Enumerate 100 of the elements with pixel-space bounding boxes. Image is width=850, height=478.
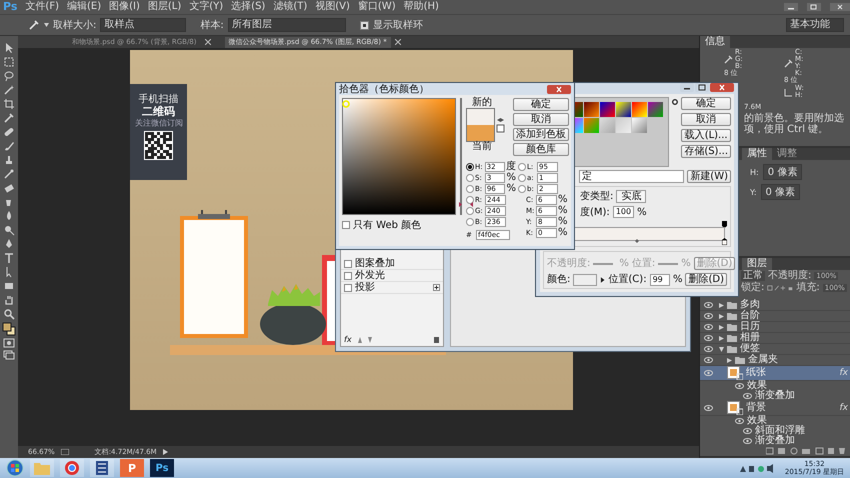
eye-icon[interactable] [743, 393, 752, 399]
color-swatch[interactable] [573, 274, 597, 286]
zoom-icon[interactable] [3, 308, 15, 320]
panel-tab[interactable]: 属性 [742, 148, 772, 160]
sample-select[interactable]: 所有图层 [228, 18, 346, 32]
close-icon[interactable] [204, 39, 210, 45]
pen-icon[interactable] [3, 238, 15, 250]
effect-item[interactable]: 图案叠加 [341, 258, 443, 270]
layer-row[interactable]: 台阶 [700, 311, 850, 322]
midpoint-icon[interactable] [634, 239, 639, 243]
radio-button[interactable] [466, 185, 474, 193]
trash-icon[interactable] [433, 336, 440, 343]
layer-row[interactable]: 纸张 fx [700, 366, 850, 381]
workspace-select[interactable]: 基本功能 [786, 18, 844, 32]
rectangle-icon[interactable] [3, 280, 15, 292]
disclosure-icon[interactable] [719, 302, 724, 308]
history-brush-icon[interactable] [3, 168, 15, 180]
crop-icon[interactable] [3, 98, 15, 110]
hand-icon[interactable] [3, 294, 15, 306]
caret-icon[interactable] [44, 23, 49, 27]
eye-icon[interactable] [704, 370, 713, 376]
eye-icon[interactable] [704, 405, 713, 411]
radio-button[interactable] [518, 163, 526, 171]
eyedropper-icon[interactable] [3, 112, 15, 124]
color-field[interactable] [342, 98, 456, 215]
color-swatches-icon[interactable] [2, 322, 16, 336]
effect-item[interactable]: 投影 [341, 282, 443, 294]
menu-item[interactable]: 选择(S) [231, 1, 266, 13]
menu-item[interactable]: 滤镜(T) [273, 1, 308, 13]
name-field[interactable]: 定 [579, 170, 684, 183]
value-field[interactable]: 0 像素 [762, 164, 802, 180]
stripes-icon[interactable] [96, 461, 108, 475]
layer-row[interactable]: 相册 [700, 333, 850, 344]
radio-button[interactable] [466, 174, 474, 182]
eye-icon[interactable] [704, 324, 713, 330]
layer-row[interactable]: 背景 fx [700, 401, 850, 416]
layer-actions-icons[interactable] [766, 447, 846, 455]
eye-icon[interactable] [704, 313, 713, 319]
eye-icon[interactable] [743, 428, 752, 434]
eye-icon[interactable] [704, 346, 713, 352]
disclosure-icon[interactable] [719, 324, 724, 330]
screen-mode-icon[interactable] [3, 350, 15, 360]
maximize-icon[interactable] [695, 83, 709, 92]
sample-size-select[interactable]: 取样点 [100, 18, 186, 32]
mask-icon[interactable] [3, 338, 15, 348]
effect-item[interactable]: 外发光 [341, 270, 443, 282]
export-icon[interactable] [60, 449, 69, 455]
checkbox[interactable] [360, 20, 369, 30]
eye-icon[interactable] [704, 357, 713, 363]
new-button[interactable]: 新建(W) [687, 170, 731, 183]
lasso-icon[interactable] [3, 70, 15, 82]
add-icon[interactable] [433, 284, 440, 291]
dialog-button[interactable]: 确定 [513, 98, 569, 111]
disclosure-icon[interactable] [719, 336, 724, 340]
layer-row[interactable]: 便签 [700, 344, 850, 355]
cube-icon[interactable] [496, 117, 505, 133]
wand-icon[interactable] [3, 84, 15, 96]
eye-icon[interactable] [743, 438, 752, 444]
panel-tab[interactable]: 信息 [700, 36, 730, 48]
eye-icon[interactable] [704, 335, 713, 341]
close-icon[interactable] [830, 3, 850, 11]
delete-button[interactable]: 删除(D) [685, 273, 727, 286]
close-icon[interactable] [547, 84, 571, 94]
eye-icon[interactable] [735, 418, 744, 424]
blend-mode-select[interactable]: 正常 [741, 271, 765, 281]
disclosure-icon[interactable] [719, 314, 724, 318]
layer-row[interactable]: 多肉 [700, 300, 850, 311]
radio-button[interactable] [466, 163, 474, 171]
disclosure-icon[interactable] [727, 358, 732, 362]
menu-item[interactable]: 文字(Y) [189, 1, 224, 13]
dialog-button[interactable]: 取消 [513, 113, 569, 126]
value-field[interactable]: 0 像素 [760, 184, 800, 200]
layer-row[interactable]: 日历 [700, 322, 850, 333]
checkbox[interactable] [342, 221, 350, 229]
close-icon[interactable] [710, 83, 734, 92]
circle-icon[interactable] [65, 461, 79, 475]
minimize-icon[interactable] [680, 83, 694, 92]
opacity-stop-icon[interactable] [722, 221, 727, 228]
fx-button[interactable]: fx [344, 335, 352, 344]
eyedropper-icon[interactable] [28, 19, 40, 31]
restore-icon[interactable] [807, 3, 821, 11]
dialog-button[interactable]: 添加到色板 [513, 128, 569, 141]
taskbar-app[interactable]: Ps [150, 459, 174, 477]
radio-button[interactable] [466, 196, 474, 204]
radio-button[interactable] [466, 207, 474, 215]
minimize-icon[interactable] [784, 3, 798, 11]
dialog-button[interactable]: 载入(L)... [681, 129, 731, 142]
color-stop-icon[interactable] [722, 238, 727, 245]
cursor-icon[interactable] [3, 42, 15, 54]
brush-icon[interactable] [3, 140, 15, 152]
menu-item[interactable]: 视图(V) [315, 1, 350, 13]
start-button[interactable] [6, 459, 24, 477]
stamp-icon[interactable] [3, 154, 15, 166]
dialog-button[interactable]: 存储(S)... [681, 145, 731, 158]
type-select[interactable]: 实底 [616, 190, 646, 203]
radio-button[interactable] [518, 185, 526, 193]
play-icon[interactable] [600, 276, 606, 284]
eye-icon[interactable] [735, 383, 744, 389]
color-marker-icon[interactable] [342, 100, 350, 108]
dialog-button[interactable]: 取消 [681, 113, 731, 126]
